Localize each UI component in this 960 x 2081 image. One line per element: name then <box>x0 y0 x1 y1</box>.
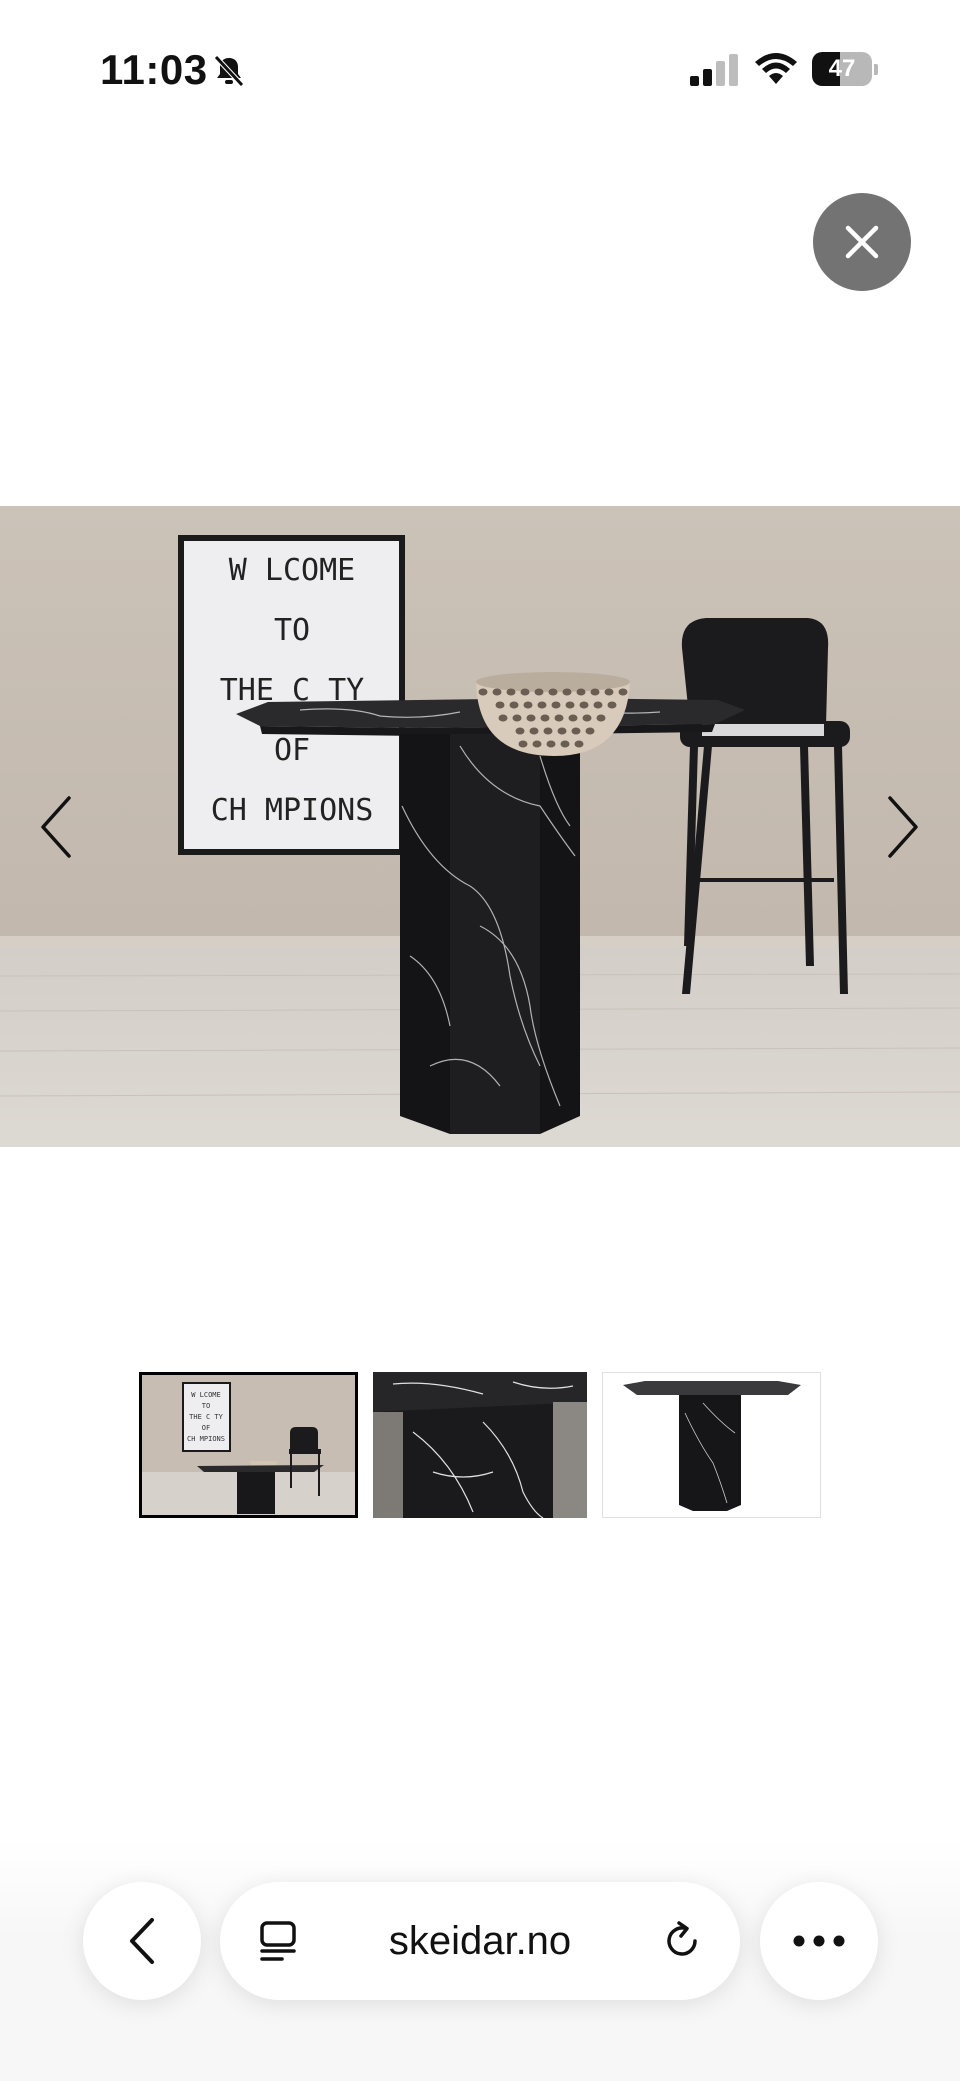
battery-icon: 47 <box>812 52 878 88</box>
bowl-texture-dot <box>590 688 600 696</box>
bowl-texture-dot <box>537 701 547 709</box>
bowl-texture-dot <box>512 714 522 722</box>
bowl-texture-dot <box>560 740 570 748</box>
bowl-texture-dot <box>523 701 533 709</box>
battery-percent: 47 <box>828 55 856 82</box>
previous-image-button[interactable] <box>27 782 87 872</box>
bowl-texture-dot <box>576 688 586 696</box>
thumbnail-room-scene[interactable]: W LCOME TO THE C TY OF CH MPIONS <box>139 1372 358 1518</box>
thumbnail-image <box>623 1381 801 1511</box>
bowl-texture-dot <box>540 714 550 722</box>
bowl-texture-dot <box>534 688 544 696</box>
bowl-texture-dot <box>618 688 628 696</box>
poster-text-line: W LCOME <box>229 553 355 588</box>
poster-text-line: OF <box>274 733 310 768</box>
bowl-texture-dot <box>579 701 589 709</box>
svg-text:TO: TO <box>202 1402 210 1410</box>
bowl-texture-dot <box>543 727 553 735</box>
address-bar[interactable]: skeidar.no <box>220 1882 740 2000</box>
bowl-texture-dot <box>506 688 516 696</box>
signal-icon <box>690 54 738 86</box>
bowl-texture-dot <box>509 701 519 709</box>
bell-slash-icon <box>214 55 244 87</box>
svg-text:CH MPIONS: CH MPIONS <box>187 1435 225 1443</box>
bowl-texture-dot <box>551 701 561 709</box>
chevron-left-icon <box>41 796 71 858</box>
bowl-texture-dot <box>562 688 572 696</box>
bowl-texture-dot <box>515 727 525 735</box>
next-image-button[interactable] <box>872 782 932 872</box>
more-icon <box>793 1935 845 1947</box>
bowl-texture-dot <box>498 714 508 722</box>
bowl-texture-dot <box>604 688 614 696</box>
close-icon <box>845 225 879 259</box>
bowl-texture-dot <box>492 688 502 696</box>
svg-text:OF: OF <box>202 1424 210 1432</box>
bowl-texture-dot <box>478 688 488 696</box>
thumbnail-image: W LCOME TO THE C TY OF CH MPIONS <box>142 1375 355 1515</box>
bowl-texture-dot <box>585 727 595 735</box>
bowl-texture-dot <box>574 740 584 748</box>
bowl-texture-dot <box>518 740 528 748</box>
bowl-texture-dot <box>571 727 581 735</box>
bowl-texture-dot <box>548 688 558 696</box>
bowl-texture-dot <box>557 727 567 735</box>
bowl-texture-dot <box>568 714 578 722</box>
svg-text:THE C TY: THE C TY <box>189 1413 224 1421</box>
main-product-image[interactable]: W LCOME TO THE C TY OF CH MPIONS <box>0 506 960 1147</box>
bowl-texture-dot <box>546 740 556 748</box>
svg-text:W LCOME: W LCOME <box>191 1391 221 1399</box>
bowl-texture-dot <box>607 701 617 709</box>
bowl-texture-dot <box>520 688 530 696</box>
poster-text-line: TO <box>274 613 310 648</box>
bowl-texture-dot <box>529 727 539 735</box>
chevron-right-icon <box>888 796 918 858</box>
thumbnail-image <box>373 1372 587 1518</box>
product-scene: W LCOMETOTHE C TYOFCH MPIONS <box>0 506 960 1147</box>
back-button[interactable] <box>83 1882 201 2000</box>
reload-icon[interactable] <box>660 1919 704 1963</box>
thumbnail-marble-closeup[interactable] <box>373 1372 587 1518</box>
close-button[interactable] <box>813 193 911 291</box>
poster-text-line: CH MPIONS <box>211 793 374 828</box>
status-time: 11:03 <box>100 46 208 93</box>
bowl-texture-dot <box>596 714 606 722</box>
more-options-button[interactable] <box>760 1882 878 2000</box>
bowl-texture-dot <box>526 714 536 722</box>
chevron-left-icon <box>130 1918 154 1964</box>
bowl-texture-dot <box>582 714 592 722</box>
wifi-icon <box>755 53 797 84</box>
bowl-texture-dot <box>554 714 564 722</box>
thumbnail-product-white[interactable] <box>602 1372 821 1518</box>
bowl-texture-dot <box>593 701 603 709</box>
bowl-texture-dot <box>565 701 575 709</box>
bowl-texture-dot <box>532 740 542 748</box>
bowl-texture-dot <box>495 701 505 709</box>
